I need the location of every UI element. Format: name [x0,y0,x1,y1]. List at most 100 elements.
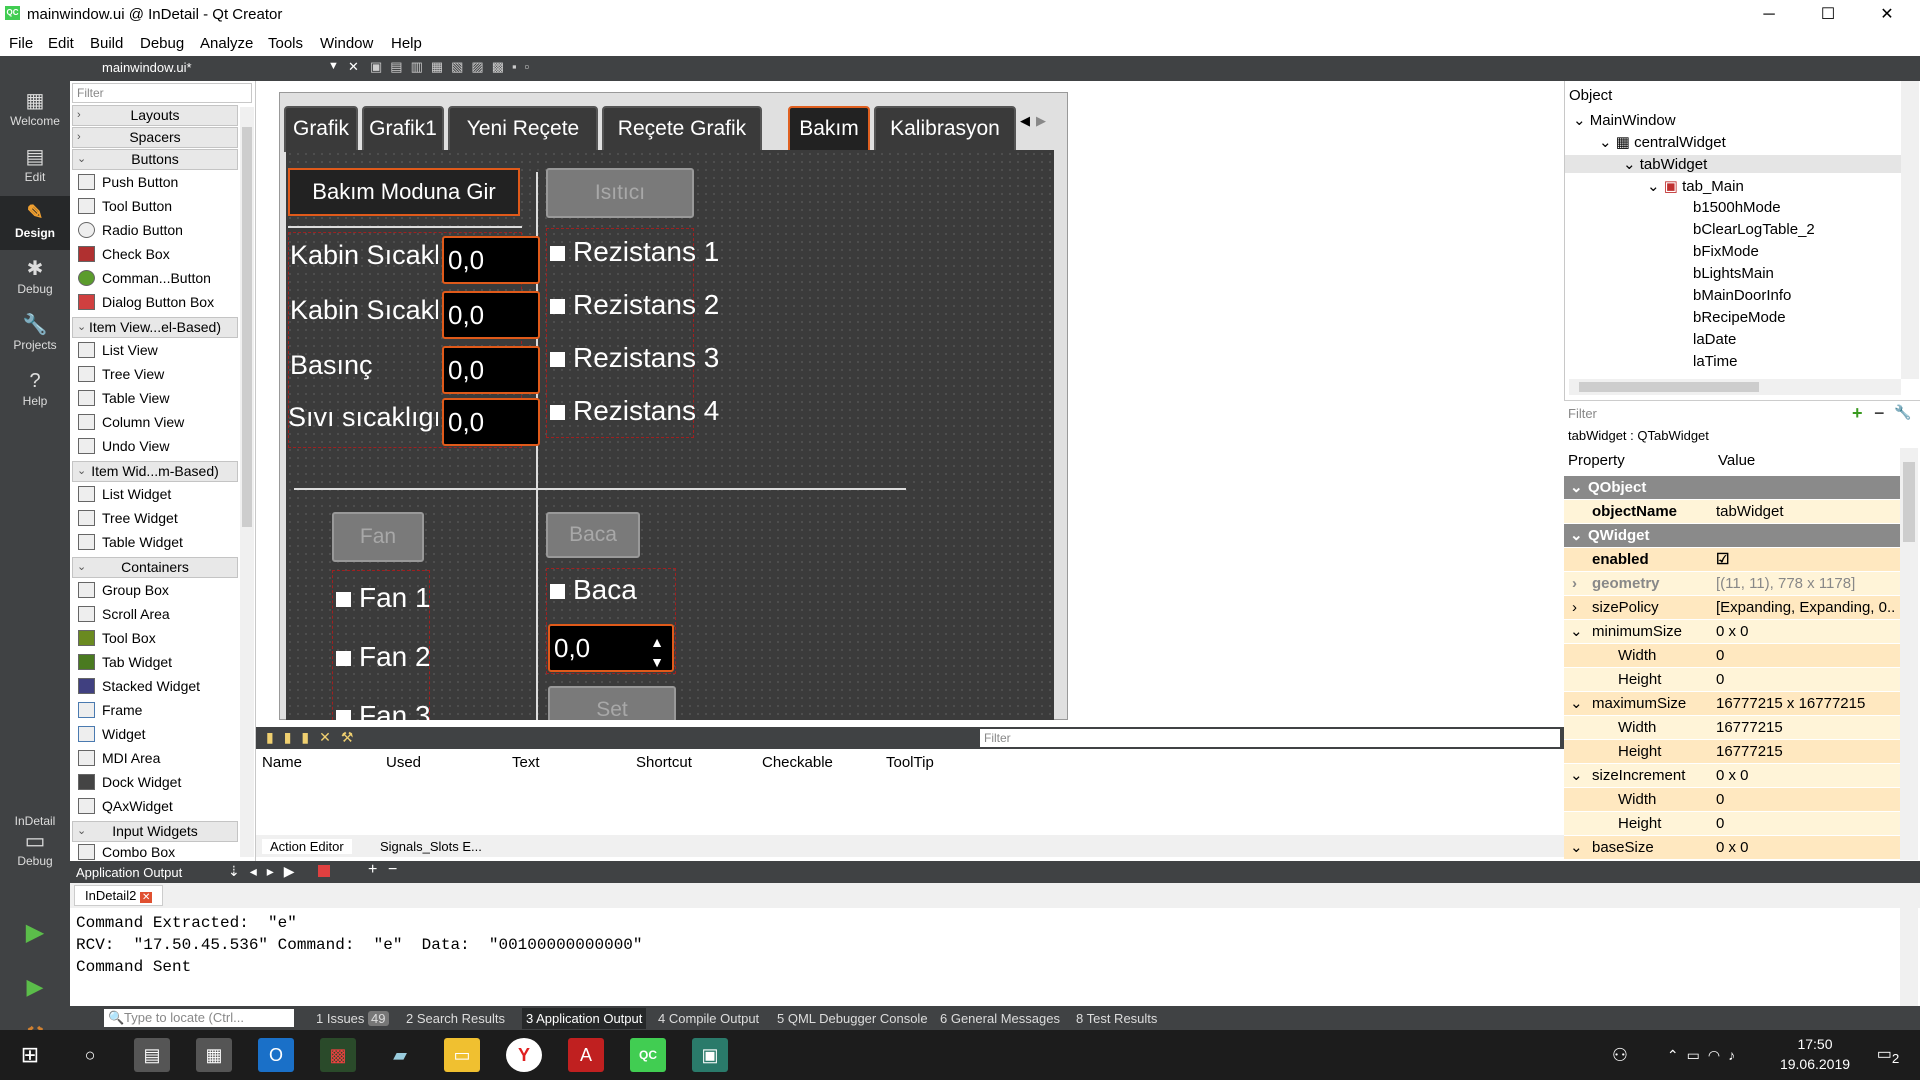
resistor-1-checkbox[interactable]: Rezistans 1 [550,236,719,268]
prop-sizeincrement[interactable]: ⌄ sizeIncrement 0 x 0 [1564,764,1900,788]
output-controls-icon[interactable]: ⇣◂▸▶ [228,863,305,880]
mode-edit[interactable]: ▤ Edit [0,140,70,194]
scrollbar-thumb[interactable] [1579,382,1759,392]
tab-action-editor[interactable]: Action Editor [262,839,352,854]
prop-max-width[interactable]: Width 16777215 [1564,716,1900,740]
tab-bakim[interactable]: Bakım [788,106,870,152]
menu-edit[interactable]: Edit [48,35,74,52]
tree-item[interactable]: bClearLogTable_2 [1693,221,1815,238]
file-explorer-icon[interactable]: ▭ [444,1038,480,1072]
category-layouts[interactable]: › Layouts [72,105,238,126]
widget-tool-box[interactable]: Tool Box [76,627,156,649]
acrobat-icon[interactable]: A [568,1038,604,1072]
tree-item[interactable]: b1500hMode [1693,199,1781,216]
output-tab-indetail2[interactable]: InDetail2 ✕ [74,885,164,906]
clock-date[interactable]: 19.06.2019 [1770,1056,1860,1072]
tree-item[interactable]: bMainDoorInfo [1693,287,1791,304]
checkbox-box[interactable] [550,584,565,600]
widget-tool-button[interactable]: Tool Button [76,195,172,217]
mode-debug[interactable]: ✱ Debug [0,252,70,306]
maintenance-mode-button[interactable]: Bakım Moduna Gir [288,168,520,216]
widget-tree-view[interactable]: Tree View [76,363,164,385]
prop-section-qobject[interactable]: ⌄ QObject [1564,476,1900,500]
widget-widget[interactable]: Widget [76,723,146,745]
circuit-app-icon[interactable]: ▩ [320,1038,356,1072]
resistor-2-checkbox[interactable]: Rezistans 2 [550,289,719,321]
prop-geometry[interactable]: › geometry [(11, 11), 778 x 1178] [1564,572,1900,596]
tab-signals-slots[interactable]: Signals_Slots E... [380,839,482,854]
widget-dialog-button-box[interactable]: Dialog Button Box [76,291,214,313]
widget-table-widget[interactable]: Table Widget [76,531,183,553]
pane-qml-debugger[interactable]: 5 QML Debugger Console [777,1011,928,1026]
widget-combo-box[interactable]: Combo Box [76,843,175,861]
form-tab-widget[interactable]: Grafik Grafik1 Yeni Reçete Reçete Grafik… [279,92,1068,720]
checkbox-box[interactable] [550,405,565,421]
widget-list-widget[interactable]: List Widget [76,483,171,505]
calculator-icon[interactable]: ▦ [196,1038,232,1072]
tree-item[interactable]: bRecipeMode [1693,309,1786,326]
widget-tree-widget[interactable]: Tree Widget [76,507,178,529]
configure-icon[interactable]: 🔧 [1894,404,1911,421]
vertical-scrollbar[interactable] [1901,81,1919,379]
notification-center-icon[interactable]: ▭2 [1870,1038,1906,1072]
debug-run-icon[interactable]: ▶ [0,960,70,1014]
scrollbar-thumb[interactable] [242,127,252,527]
menu-tools[interactable]: Tools [268,35,303,52]
spin-down-icon[interactable]: ▼ [650,640,664,684]
tree-item-tab-main[interactable]: ⌄ ▣ tab_Main [1647,177,1744,195]
clock-time[interactable]: 17:50 [1770,1036,1860,1052]
widget-undo-view[interactable]: Undo View [76,435,169,457]
widget-mdi-area[interactable]: MDI Area [76,747,160,769]
chimney-button[interactable]: Baca [546,512,640,558]
prop-value[interactable]: [(11, 11), 778 x 1178] [1716,572,1896,596]
action-filter-input[interactable]: Filter [980,729,1560,747]
checkbox-box[interactable] [336,592,351,608]
remove-icon[interactable]: − [388,861,397,879]
pane-test-results[interactable]: 8 Test Results [1076,1011,1157,1026]
category-input-widgets[interactable]: ⌄ Input Widgets [72,821,238,842]
tab-scroll-right-icon[interactable]: ▶ [1036,113,1046,129]
column-header[interactable]: Text [512,754,540,771]
checkbox-box[interactable] [550,299,565,315]
prop-min-height[interactable]: Height 0 [1564,668,1900,692]
tree-item[interactable]: laTime [1693,353,1737,370]
menu-analyze[interactable]: Analyze [200,35,253,52]
tab-recete-grafik[interactable]: Reçete Grafik [602,106,762,152]
widget-tab-widget[interactable]: Tab Widget [76,651,172,673]
fan-button[interactable]: Fan [332,512,424,562]
prop-value[interactable]: 16777215 x 16777215 [1716,692,1896,716]
prop-enabled[interactable]: enabled ☑ [1564,548,1900,572]
category-item-views[interactable]: ⌄ Item View...el-Based) [72,317,238,338]
tree-item-mainwindow[interactable]: ⌄ MainWindow [1573,111,1676,129]
widget-box-scrollbar[interactable] [240,107,254,857]
yandex-browser-icon[interactable]: Y [506,1038,542,1072]
prop-value[interactable]: 0 [1716,644,1896,668]
prop-max-height[interactable]: Height 16777215 [1564,740,1900,764]
prop-value[interactable]: 0 [1716,788,1896,812]
menu-help[interactable]: Help [391,35,422,52]
close-tab-icon[interactable]: ✕ [139,892,153,903]
prop-value[interactable]: 0 x 0 [1716,836,1896,860]
add-property-icon[interactable]: + [1852,403,1863,424]
column-header[interactable]: Shortcut [636,754,692,771]
tab-grafik1[interactable]: Grafik1 [362,106,444,152]
prop-inc-width[interactable]: Width 0 [1564,788,1900,812]
column-header[interactable]: Used [386,754,421,771]
value-column-header[interactable]: Value [1718,452,1755,469]
prop-basesize[interactable]: ⌄ baseSize 0 x 0 [1564,836,1900,860]
layout-tools-icon[interactable]: ▣▤▥▦▧▨▩▪▫ [370,59,537,75]
kit-selector[interactable]: InDetail ▭ Debug [0,810,70,880]
resistor-3-checkbox[interactable]: Rezistans 3 [550,342,719,374]
prop-value[interactable]: 16777215 [1716,716,1896,740]
widget-qaxwidget[interactable]: QAxWidget [76,795,173,817]
prop-objectname[interactable]: objectName tabWidget [1564,500,1900,524]
widget-radio-button[interactable]: Radio Button [76,219,183,241]
prop-min-width[interactable]: Width 0 [1564,644,1900,668]
mode-projects[interactable]: 🔧 Projects [0,308,70,362]
set-button[interactable]: Set [548,686,676,720]
menu-file[interactable]: File [9,35,33,52]
remove-property-icon[interactable]: − [1874,403,1885,424]
category-containers[interactable]: ⌄ Containers [72,557,238,578]
mode-design[interactable]: ✎ Design [0,196,70,250]
resistor-4-checkbox[interactable]: Rezistans 4 [550,395,719,427]
